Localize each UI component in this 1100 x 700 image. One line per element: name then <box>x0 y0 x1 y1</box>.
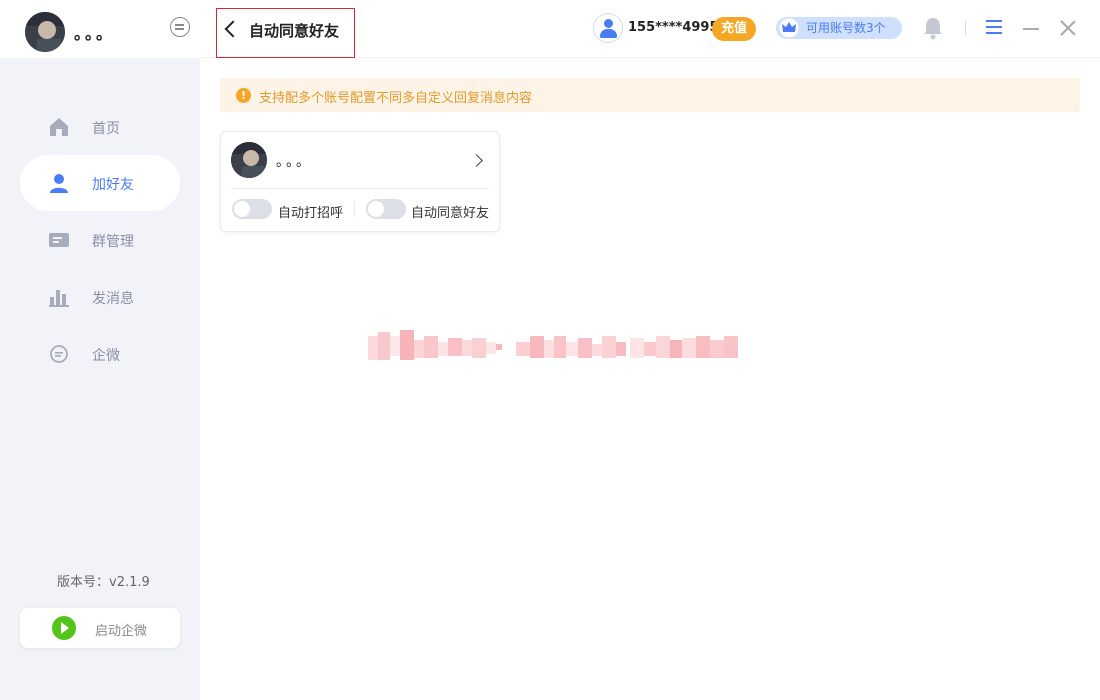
auto-greet-label: 自动打招呼 <box>278 206 344 221</box>
sidebar-item-label: 企微 <box>92 348 120 364</box>
start-wecom-label: 启动企微 <box>95 624 148 639</box>
profile-name: 。。。 <box>74 24 116 43</box>
sidebar-item-send-message[interactable]: 发消息 <box>20 269 180 325</box>
profile-header: 。。。 <box>0 0 200 58</box>
available-accounts-badge[interactable]: 可用账号数3个 <box>776 17 902 39</box>
user-icon <box>50 174 68 193</box>
warning-icon: ! <box>236 88 251 103</box>
sidebar-item-group-manage[interactable]: 群管理 <box>20 212 180 268</box>
auto-greet-toggle[interactable] <box>232 199 272 219</box>
pixelated-watermark <box>368 330 738 360</box>
available-accounts-label: 可用账号数3个 <box>806 21 886 35</box>
group-manage-icon <box>49 233 69 247</box>
home-icon <box>50 118 68 136</box>
crown-icon <box>779 18 799 38</box>
phone-number: 155****4995 <box>628 20 719 35</box>
play-icon <box>52 616 76 640</box>
account-name: 。。。 <box>276 154 313 170</box>
chevron-right-icon[interactable] <box>470 154 483 167</box>
card-divider <box>231 188 489 189</box>
avatar <box>231 142 267 178</box>
back-button[interactable]: 自动同意好友 <box>216 8 355 58</box>
info-notice: ! 支持配多个账号配置不同多自定义回复消息内容 <box>220 78 1080 112</box>
toggle-separator <box>354 201 355 217</box>
sidebar-item-add-friend[interactable]: 加好友 <box>20 155 180 211</box>
start-wecom-button[interactable]: 启动企微 <box>20 608 180 648</box>
avatar[interactable] <box>25 12 65 52</box>
notice-text: 支持配多个账号配置不同多自定义回复消息内容 <box>259 91 533 106</box>
sidebar-item-label: 首页 <box>92 121 120 137</box>
minimize-icon[interactable] <box>1023 28 1039 30</box>
sidebar-item-label: 群管理 <box>92 234 134 250</box>
sidebar-item-label: 加好友 <box>92 177 134 193</box>
page-title: 自动同意好友 <box>249 22 340 40</box>
close-icon[interactable] <box>1060 20 1076 36</box>
collapse-icon[interactable] <box>170 17 190 37</box>
account-card: 。。。 自动打招呼 自动同意好友 <box>220 131 500 232</box>
recharge-button[interactable]: 充值 <box>712 17 756 41</box>
sidebar-item-label: 发消息 <box>92 291 134 307</box>
auto-accept-toggle[interactable] <box>366 199 406 219</box>
chat-bubble-icon <box>50 345 68 363</box>
menu-icon[interactable] <box>986 20 1002 34</box>
sidebar-item-wecom[interactable]: 企微 <box>20 326 180 382</box>
sidebar: 。。。 首页 加好友 群管理 发消息 企微 版本号：v2.1.9 启动企微 <box>0 0 200 700</box>
version-label: 版本号：v2.1.9 <box>57 575 150 590</box>
auto-accept-label: 自动同意好友 <box>411 206 490 221</box>
bell-icon[interactable] <box>922 16 944 40</box>
chevron-left-icon <box>224 20 242 38</box>
chart-icon <box>49 290 69 307</box>
top-bar: 自动同意好友 155****4995 充值 可用账号数3个 <box>200 0 1100 58</box>
header-divider <box>965 20 966 36</box>
user-icon[interactable] <box>593 13 623 43</box>
sidebar-item-home[interactable]: 首页 <box>20 99 180 155</box>
